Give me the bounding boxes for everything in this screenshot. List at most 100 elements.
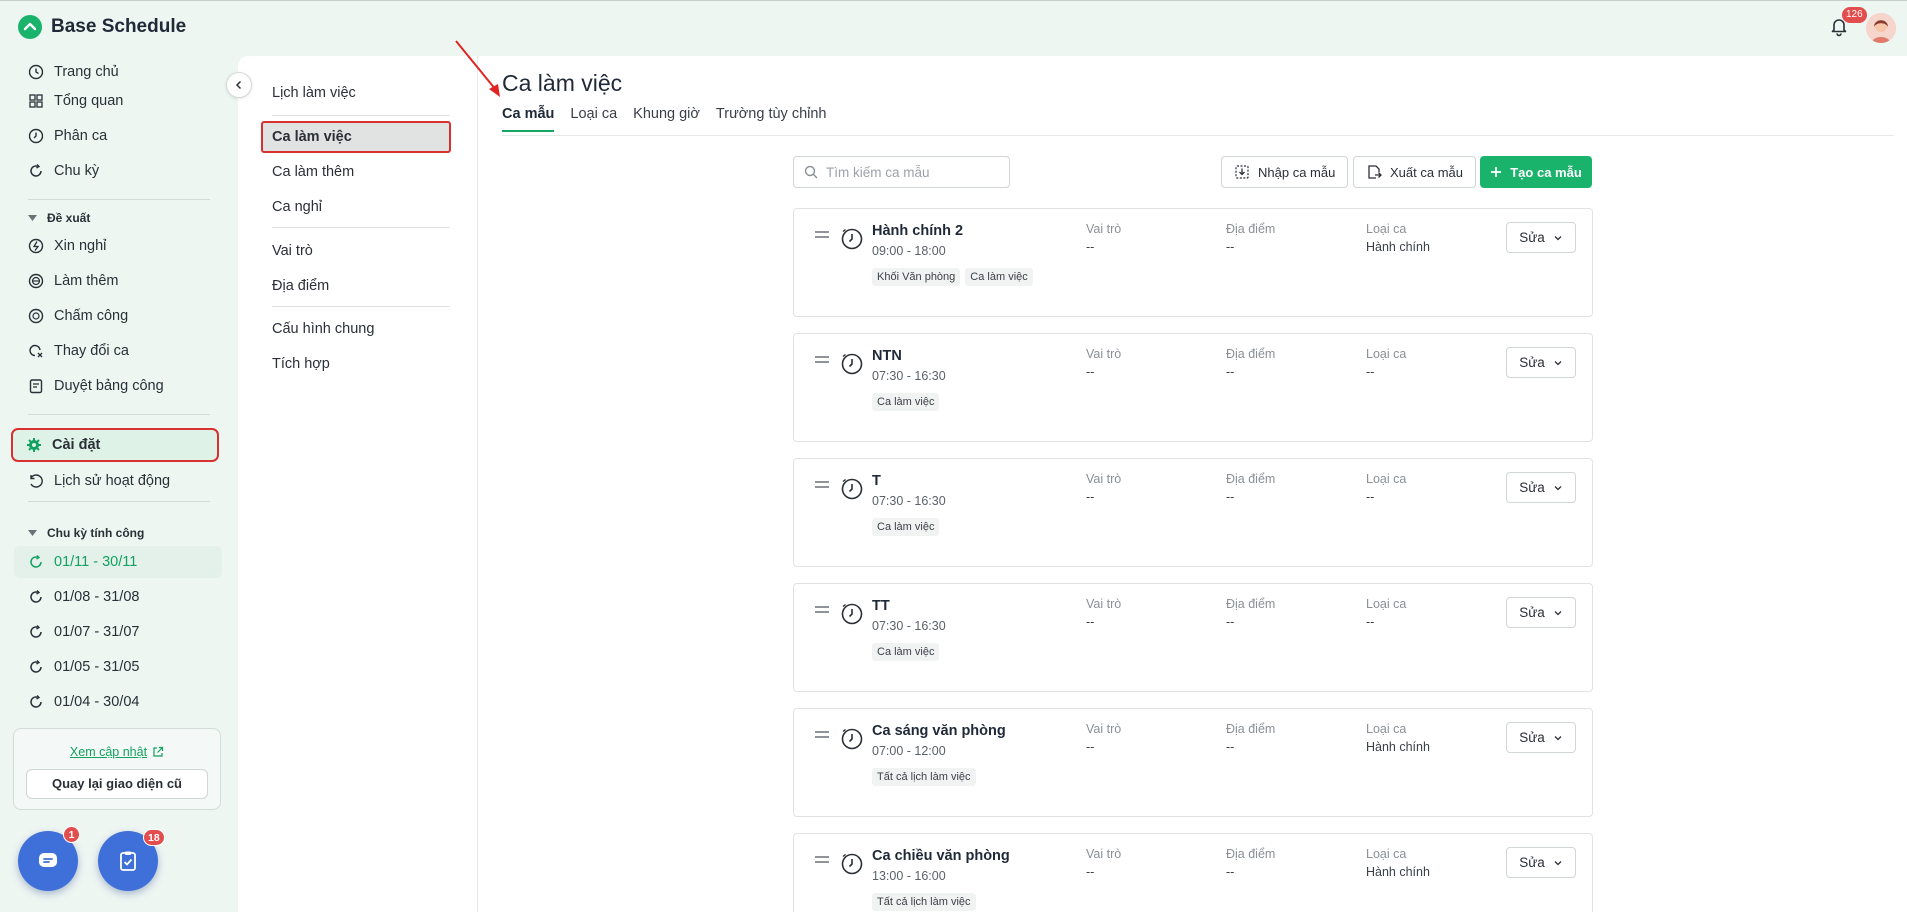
tab-custom-fields[interactable]: Trường tùy chỉnh bbox=[716, 106, 827, 132]
type-value: Hành chính bbox=[1366, 740, 1430, 754]
chevron-down-icon bbox=[1554, 360, 1562, 365]
sidebar-cycle-item[interactable]: 01/04 - 30/04 bbox=[14, 686, 222, 718]
cycle-icon bbox=[30, 555, 42, 568]
drag-handle-icon[interactable] bbox=[814, 605, 830, 615]
sidebar-group-proposal[interactable]: Đề xuất bbox=[28, 211, 90, 225]
tab-time-frames[interactable]: Khung giờ bbox=[633, 106, 700, 132]
settings-nav-work-schedule[interactable]: Lịch làm việc bbox=[262, 78, 450, 108]
shift-time: 07:30 - 16:30 bbox=[872, 619, 946, 633]
update-link-label: Xem cập nhật bbox=[69, 745, 148, 759]
tasks-badge: 18 bbox=[143, 829, 165, 846]
tab-shift-templates[interactable]: Ca mẫu bbox=[502, 106, 555, 132]
approve-icon bbox=[29, 379, 43, 394]
sidebar-cycle-label: 01/11 - 30/11 bbox=[54, 554, 138, 570]
search-box[interactable] bbox=[793, 156, 1010, 188]
role-label: Vai trò bbox=[1086, 347, 1122, 361]
sidebar-cycle-label: 01/04 - 30/04 bbox=[54, 694, 140, 710]
sidebar-item-home[interactable]: Trang chủ bbox=[14, 56, 222, 88]
settings-nav-divider bbox=[272, 115, 450, 116]
drag-handle-icon[interactable] bbox=[814, 855, 830, 865]
sidebar-item-overview[interactable]: Tổng quan bbox=[14, 85, 222, 117]
sidebar-group-cycles[interactable]: Chu kỳ tính công bbox=[28, 526, 144, 540]
old-ui-button[interactable]: Quay lại giao diện cũ bbox=[26, 769, 208, 799]
role-value: -- bbox=[1086, 490, 1095, 504]
cycle-icon bbox=[30, 625, 42, 638]
plus-icon bbox=[1491, 167, 1502, 177]
shift-location-column: Địa điểm -- bbox=[1226, 597, 1275, 629]
shift-tag: Tất cả lịch làm việc bbox=[872, 768, 976, 786]
settings-nav-roles[interactable]: Vai trò bbox=[262, 236, 450, 266]
edit-button[interactable]: Sửa bbox=[1506, 472, 1576, 503]
import-button[interactable]: Nhập ca mẫu bbox=[1221, 156, 1349, 188]
sidebar-item-assign-shift[interactable]: Phân ca bbox=[14, 120, 222, 152]
sidebar-item-timekeeping[interactable]: Chấm công bbox=[14, 300, 222, 332]
edit-button[interactable]: Sửa bbox=[1506, 222, 1576, 253]
location-label: Địa điểm bbox=[1226, 597, 1276, 611]
shift-tag: Tất cả lịch làm việc bbox=[872, 893, 976, 911]
sidebar-cycle-item[interactable]: 01/08 - 31/08 bbox=[14, 581, 222, 613]
settings-nav-overtime[interactable]: Ca làm thêm bbox=[262, 157, 450, 187]
settings-nav-break-shifts[interactable]: Ca nghỉ bbox=[262, 192, 450, 222]
shift-tag: Ca làm việc bbox=[872, 393, 940, 411]
shift-tags: Tất cả lịch làm việc bbox=[872, 893, 976, 911]
location-value: -- bbox=[1226, 365, 1235, 379]
edit-button[interactable]: Sửa bbox=[1506, 847, 1576, 878]
drag-handle-icon[interactable] bbox=[814, 730, 830, 740]
settings-nav: Lịch làm việc Ca làm việc Ca làm thêm Ca… bbox=[238, 56, 478, 912]
settings-nav-general-config[interactable]: Cấu hình chung bbox=[262, 314, 450, 344]
sidebar-cycle-item[interactable]: 01/11 - 30/11 bbox=[14, 546, 222, 578]
edit-button[interactable]: Sửa bbox=[1506, 347, 1576, 378]
settings-nav-integrations[interactable]: Tích hợp bbox=[262, 349, 450, 379]
drag-handle-icon[interactable] bbox=[814, 355, 830, 365]
export-icon bbox=[1368, 165, 1382, 179]
shift-tag: Khối Văn phòng bbox=[872, 268, 961, 286]
avatar[interactable] bbox=[1866, 13, 1896, 43]
sidebar-cycle-label: 01/08 - 31/08 bbox=[54, 589, 140, 605]
chat-icon bbox=[39, 853, 57, 867]
sidebar-item-label: Tổng quan bbox=[54, 93, 124, 109]
sidebar-item-activity-history[interactable]: Lịch sử hoạt động bbox=[14, 465, 222, 497]
search-input[interactable] bbox=[826, 164, 996, 180]
edit-button[interactable]: Sửa bbox=[1506, 597, 1576, 628]
caret-down-icon bbox=[28, 529, 37, 536]
shift-template-card: NTN 07:30 - 16:30 Ca làm việc Vai trò -- Địa … bbox=[793, 333, 1593, 442]
external-link-icon bbox=[153, 746, 164, 757]
shift-type-column: Loại ca -- bbox=[1366, 472, 1406, 504]
shift-template-card: Ca sáng văn phòng 07:00 - 12:00 Tất cả lịc… bbox=[793, 708, 1593, 817]
search-icon bbox=[804, 165, 818, 179]
sidebar-cycle-item[interactable]: 01/07 - 31/07 bbox=[14, 616, 222, 648]
tab-shift-types[interactable]: Loại ca bbox=[570, 106, 617, 132]
edit-button[interactable]: Sửa bbox=[1506, 722, 1576, 753]
role-label: Vai trò bbox=[1086, 722, 1122, 736]
create-template-button[interactable]: Tạo ca mẫu bbox=[1480, 156, 1592, 188]
settings-nav-shifts[interactable]: Ca làm việc bbox=[261, 121, 451, 153]
export-button[interactable]: Xuất ca mẫu bbox=[1353, 156, 1476, 188]
shift-tags: Tất cả lịch làm việc bbox=[872, 768, 976, 786]
edit-button-label: Sửa bbox=[1519, 605, 1545, 620]
brand[interactable]: Base Schedule bbox=[18, 15, 186, 39]
top-bar: Base Schedule 126 bbox=[0, 0, 1907, 56]
grid-icon bbox=[29, 94, 43, 108]
location-value: -- bbox=[1226, 865, 1235, 879]
shift-tag: Ca làm việc bbox=[872, 518, 940, 536]
sidebar-item-approve-timesheet[interactable]: Duyệt bảng công bbox=[14, 370, 222, 402]
drag-handle-icon[interactable] bbox=[814, 480, 830, 490]
sidebar-item-change-shift[interactable]: Thay đổi ca bbox=[14, 335, 222, 367]
sidebar-item-leave[interactable]: Xin nghỉ bbox=[14, 230, 222, 262]
role-label: Vai trò bbox=[1086, 472, 1122, 486]
update-link[interactable]: Xem cập nhật bbox=[14, 745, 220, 759]
settings-nav-locations[interactable]: Địa điểm bbox=[262, 271, 450, 301]
clock-icon bbox=[841, 853, 863, 875]
sidebar-cycle-label: 01/05 - 31/05 bbox=[54, 659, 140, 675]
sidebar-item-label: Trang chủ bbox=[54, 64, 119, 80]
sidebar-item-cycle[interactable]: Chu kỳ bbox=[14, 155, 222, 187]
sidebar-item-label: Làm thêm bbox=[54, 273, 119, 289]
drag-handle-icon[interactable] bbox=[814, 230, 830, 240]
sidebar-item-settings[interactable]: Cài đặt bbox=[11, 428, 219, 462]
notification-badge: 126 bbox=[1842, 7, 1867, 23]
sidebar-cycle-item[interactable]: 01/05 - 31/05 bbox=[14, 651, 222, 683]
tab-divider bbox=[502, 135, 1894, 136]
home-icon bbox=[28, 64, 44, 80]
sidebar-item-overtime[interactable]: Làm thêm bbox=[14, 265, 222, 297]
cycle-icon bbox=[30, 695, 42, 708]
